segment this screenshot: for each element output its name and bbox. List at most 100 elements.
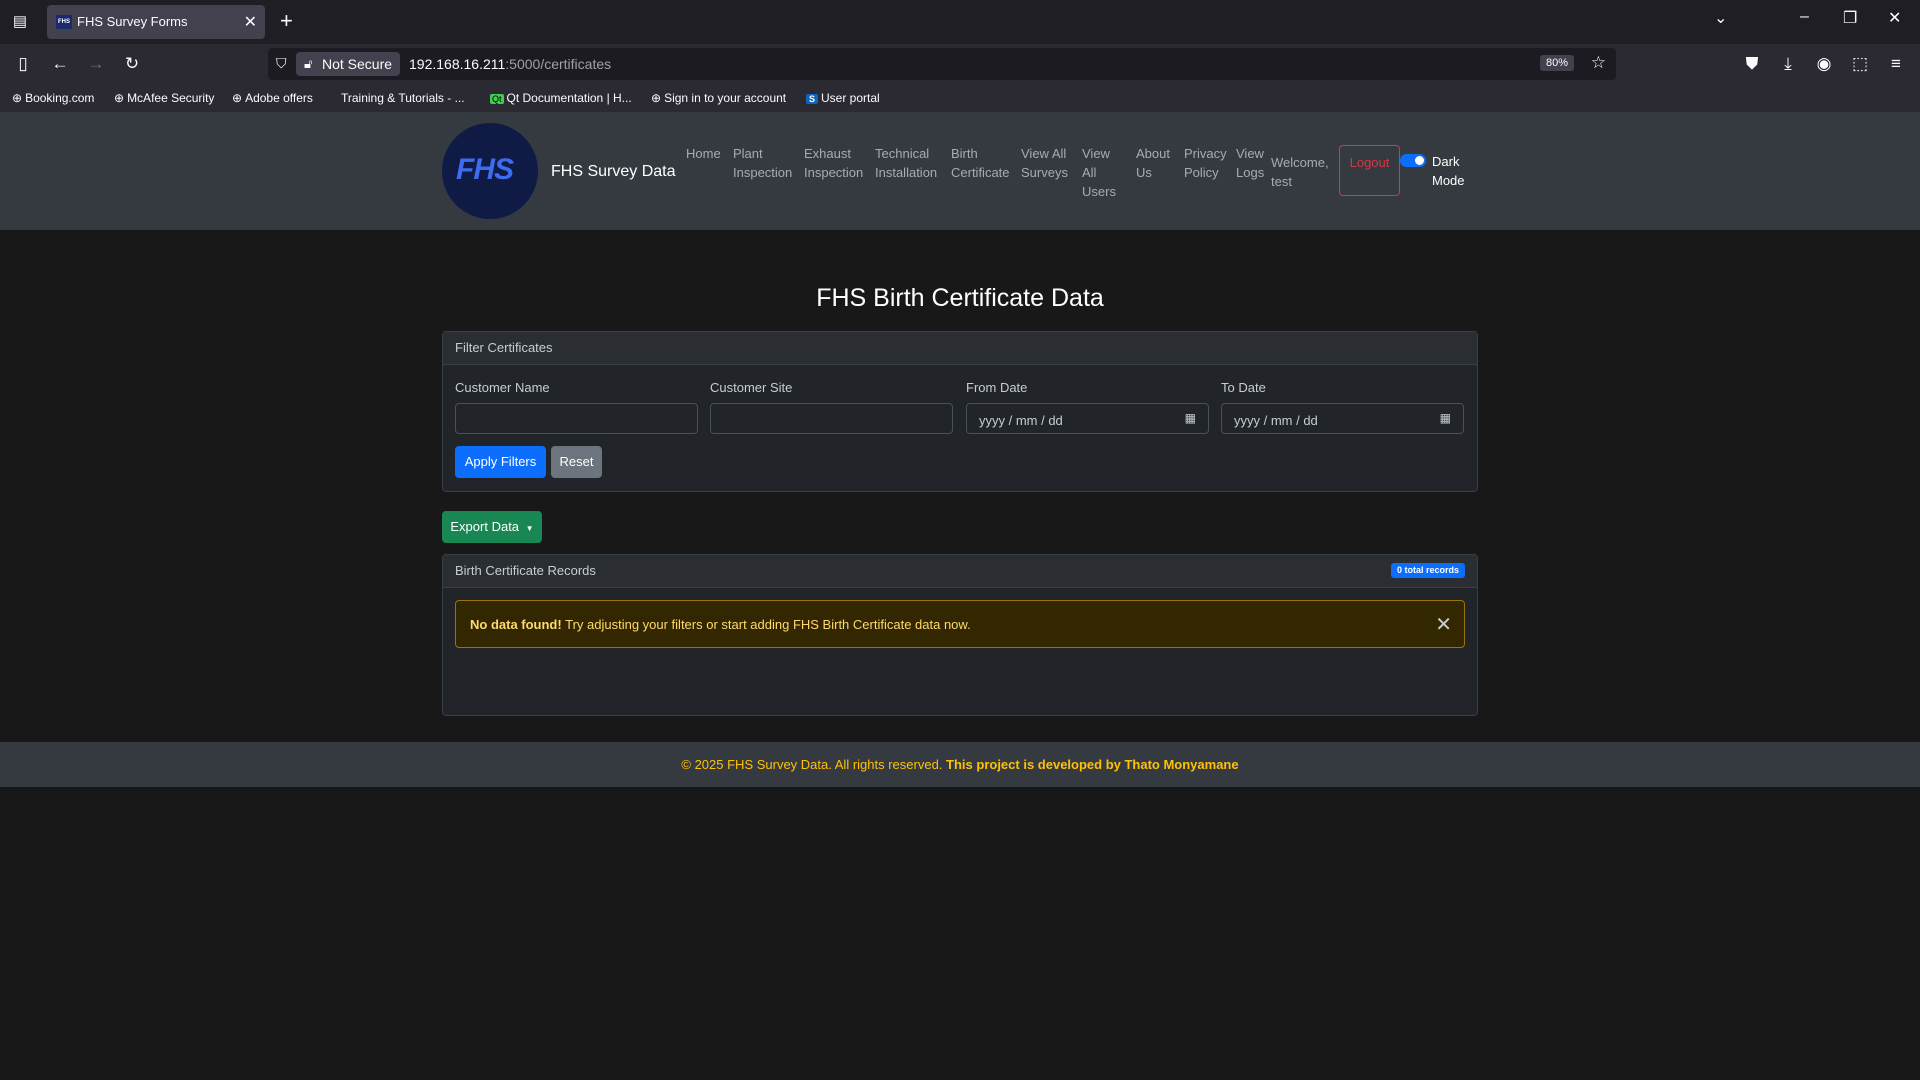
to-date-label: To Date (1221, 380, 1266, 395)
menu-icon[interactable]: ≡ (1885, 54, 1907, 74)
dark-mode-label: Dark Mode (1432, 154, 1465, 188)
welcome-text: Welcome, test (1271, 155, 1329, 189)
filter-card-header: Filter Certificates (443, 332, 1477, 365)
customer-name-label: Customer Name (455, 380, 550, 395)
back-icon[interactable]: ← (49, 54, 71, 74)
bookmark-label: Qt Documentation | H... (506, 91, 632, 105)
bookmark-label: Adobe offers (245, 91, 313, 105)
bookmark-mcafee[interactable]: ⊕ McAfee Security (114, 91, 214, 105)
browser-tab-bar: ▤ FHS FHS Survey Forms ✕ + ⌄ – ❐ ✕ (0, 0, 1920, 44)
globe-icon: ⊕ (232, 91, 243, 105)
s-icon: S (806, 94, 819, 104)
globe-icon: ⊕ (651, 91, 662, 105)
forward-icon[interactable]: → (85, 54, 107, 74)
minimize-icon[interactable]: – (1800, 8, 1809, 26)
dark-mode-toggle[interactable] (1400, 154, 1426, 167)
records-card-header: Birth Certificate Records (443, 555, 1477, 588)
logout-button[interactable]: Logout (1339, 145, 1400, 196)
nav-plant-inspection[interactable]: Plant Inspection (733, 144, 795, 182)
zoom-level[interactable]: 80% (1539, 55, 1574, 71)
from-date-label: From Date (966, 380, 1028, 395)
customer-name-input[interactable] (455, 403, 698, 434)
not-secure-label: Not Secure (322, 56, 393, 72)
bookmark-signin[interactable]: ⊕ Sign in to your account (651, 91, 786, 105)
filter-card: Filter Certificates Customer Name Custom… (442, 331, 1478, 492)
nav-exhaust-inspection[interactable]: Exhaust Inspection (804, 144, 866, 182)
page-title: FHS Birth Certificate Data (816, 284, 1104, 312)
tab-list-icon[interactable]: ▤ (10, 12, 30, 32)
reset-button[interactable]: Reset (551, 446, 602, 478)
bookmark-booking[interactable]: ⊕ Booking.com (12, 91, 94, 105)
total-records-badge: 0 total records (1390, 563, 1465, 578)
account-icon[interactable]: ◉ (1813, 54, 1835, 74)
nav-view-all-surveys[interactable]: View All Surveys (1021, 144, 1073, 182)
from-date-placeholder: yyyy / mm / dd (979, 413, 1063, 428)
site-footer: © 2025 FHS Survey Data. All rights reser… (0, 742, 1920, 787)
nav-view-logs[interactable]: View Logs (1236, 144, 1270, 182)
bookmark-qt[interactable]: Qt Qt Documentation | H... (490, 91, 632, 105)
bookmark-label: McAfee Security (127, 91, 215, 105)
footer-copyright: © 2025 FHS Survey Data. All rights reser… (681, 757, 943, 772)
downloads-icon[interactable]: ⤓ (1777, 54, 1799, 74)
bookmark-label: Booking.com (25, 91, 95, 105)
url-text[interactable]: 192.168.16.211:5000/certificates (409, 56, 611, 72)
fhs-logo[interactable]: FHS (442, 123, 538, 219)
caret-down-icon: ▼ (525, 524, 534, 533)
no-data-alert: No data found! Try adjusting your filter… (455, 600, 1465, 648)
site-navbar: FHS FHS Survey Data Home Plant Inspectio… (0, 112, 1920, 230)
new-tab-icon[interactable]: + (280, 8, 293, 34)
bookmark-label: Sign in to your account (664, 91, 787, 105)
to-date-placeholder: yyyy / mm / dd (1234, 413, 1318, 428)
tab-favicon: FHS (56, 15, 72, 29)
bookmark-training[interactable]: · Training & Tutorials - ... (334, 91, 465, 105)
bookmark-user-portal[interactable]: S User portal (806, 91, 880, 105)
restore-icon[interactable]: ❐ (1843, 8, 1857, 28)
nav-home[interactable]: Home (686, 144, 721, 163)
alert-message: Try adjusting your filters or start addi… (565, 617, 971, 632)
to-date-input[interactable]: yyyy / mm / dd ▦ (1221, 403, 1464, 434)
pocket-icon[interactable]: ⛊ (1741, 54, 1763, 74)
bookmark-label: Training & Tutorials - ... (341, 91, 465, 105)
extensions-icon[interactable]: ⬚ (1849, 54, 1871, 74)
nav-view-all-users[interactable]: View All Users (1082, 144, 1122, 201)
from-date-input[interactable]: yyyy / mm / dd ▦ (966, 403, 1209, 434)
alert-title: No data found! (470, 617, 562, 632)
tab-overflow-icon[interactable]: ⌄ (1714, 8, 1727, 28)
address-bar[interactable]: ⛉ 🔓︎ Not Secure 192.168.16.211:5000/cert… (268, 48, 1616, 80)
globe-icon: ⊕ (12, 91, 23, 105)
url-path: :5000/certificates (505, 56, 612, 72)
export-data-button[interactable]: Export Data ▼ (442, 511, 542, 543)
tab-close-icon[interactable]: ✕ (244, 12, 257, 32)
browser-tab[interactable]: FHS FHS Survey Forms ✕ (47, 5, 265, 39)
nav-technical-installation[interactable]: Technical Installation (875, 144, 941, 182)
close-icon[interactable]: ✕ (1435, 612, 1452, 637)
qt-icon: Qt (490, 94, 504, 104)
url-host: 192.168.16.211 (409, 56, 506, 72)
customer-site-label: Customer Site (710, 380, 793, 395)
site-brand[interactable]: FHS Survey Data (551, 163, 675, 181)
calendar-icon[interactable]: ▦ (1440, 411, 1451, 425)
window-close-icon[interactable]: ✕ (1888, 8, 1901, 28)
shield-icon[interactable]: ⛉ (276, 55, 287, 72)
logo-text: FHS (456, 153, 514, 186)
nav-birth-certificate[interactable]: Birth Certificate (951, 144, 1013, 182)
unlocked-icon: 🔓︎ (304, 56, 313, 71)
records-title: Birth Certificate Records (455, 563, 596, 578)
reload-icon[interactable]: ↻ (121, 54, 143, 74)
nav-about-us[interactable]: About Us (1136, 144, 1176, 182)
calendar-icon[interactable]: ▦ (1185, 411, 1196, 425)
sidebar-toggle-icon[interactable]: ▯ (12, 54, 34, 74)
training-icon: · (334, 91, 338, 105)
browser-toolbar: ▯ ← → ↻ ⛉ 🔓︎ Not Secure 192.168.16.211:5… (0, 44, 1920, 84)
not-secure-badge[interactable]: 🔓︎ Not Secure (296, 52, 401, 76)
globe-icon: ⊕ (114, 91, 125, 105)
bookmark-star-icon[interactable]: ☆ (1591, 53, 1606, 73)
nav-privacy-policy[interactable]: Privacy Policy (1184, 144, 1232, 182)
bookmarks-bar: ⊕ Booking.com ⊕ McAfee Security ⊕ Adobe off… (0, 84, 1920, 112)
records-card: Birth Certificate Records 0 total record… (442, 554, 1478, 716)
bookmark-adobe[interactable]: ⊕ Adobe offers (232, 91, 313, 105)
customer-site-input[interactable] (710, 403, 953, 434)
apply-filters-button[interactable]: Apply Filters (455, 446, 546, 478)
tab-title: FHS Survey Forms (77, 14, 188, 29)
footer-credit: This project is developed by Thato Monya… (946, 757, 1239, 772)
